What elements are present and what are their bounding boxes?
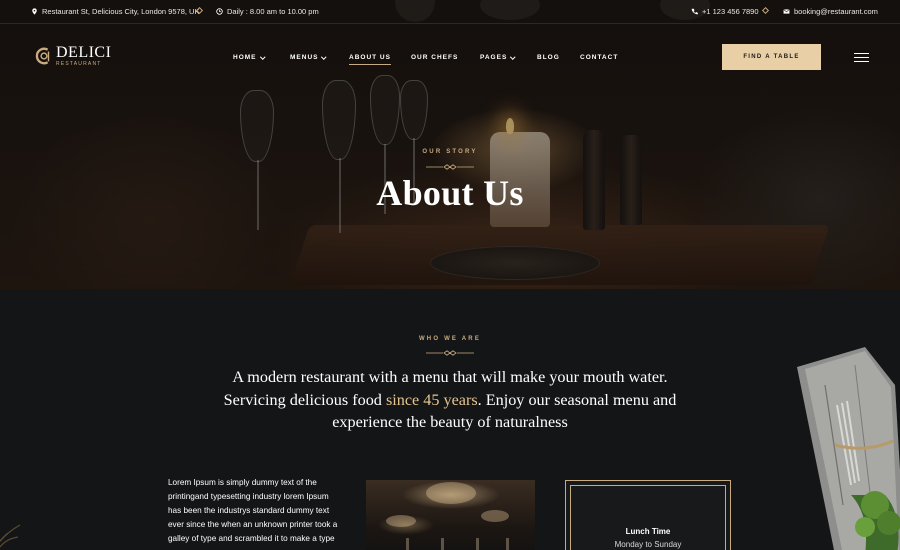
nav-label: OUR CHEFS [411,54,459,61]
nav-label: MENUS [290,54,319,61]
phone-icon [691,8,698,15]
separator-diamond-icon [761,6,770,15]
chevron-down-icon [510,54,516,59]
nav-label: HOME [233,54,257,61]
intro-highlight: since 45 years [385,390,478,409]
email-info[interactable]: booking@restaurant.com [783,7,878,16]
ornament-divider-icon [426,350,474,356]
herb-leaf-decoration [0,524,21,548]
phone-info[interactable]: +1 123 456 7890 [691,7,759,16]
address-text: Restaurant St, Delicious City, London 95… [42,7,200,16]
nav-label: ABOUT US [349,54,391,61]
chevron-down-icon [321,54,327,59]
intro-paragraph: A modern restaurant with a menu that wil… [220,366,680,434]
story-text: Lorem Ipsum is simply dummy text of the … [168,478,338,543]
nav-item-our-chefs[interactable]: OUR CHEFS [411,54,458,61]
nav-label: BLOG [537,54,560,61]
nav-item-home[interactable]: HOME [233,54,265,61]
restaurant-interior-image [366,480,535,550]
section-eyebrow: WHO WE ARE [418,336,482,342]
location-pin-icon [32,8,37,15]
nav-label: CONTACT [580,54,619,61]
hero-eyebrow: OUR STORY [422,149,478,155]
ornament-divider-icon [426,164,474,170]
nav-item-pages[interactable]: PAGES [480,54,516,61]
opening-hours-card: Lunch Time Monday to Sunday [565,480,731,550]
hours-card-title: Lunch Time [625,527,671,536]
mail-icon [783,9,790,14]
hours-card-days: Monday to Sunday [614,540,682,549]
hamburger-menu-icon[interactable] [854,52,870,62]
nav-item-menus[interactable]: MENUS [290,54,327,61]
clock-icon [216,8,223,15]
page-title: About Us [376,173,524,213]
chevron-down-icon [259,54,265,59]
nav-item-blog[interactable]: BLOG [537,54,560,61]
hours-info: Daily : 8.00 am to 10.00 pm [216,7,319,16]
nav-label: PAGES [480,54,508,61]
find-a-table-button[interactable]: FIND A TABLE [722,44,821,70]
nav-item-contact[interactable]: CONTACT [580,54,618,61]
nav-item-about-us[interactable]: ABOUT US [349,54,391,65]
napkin-cutlery-decoration [797,347,900,550]
phone-text: +1 123 456 7890 [702,7,759,16]
hours-text: Daily : 8.00 am to 10.00 pm [227,7,319,16]
address-info: Restaurant St, Delicious City, London 95… [31,7,199,16]
email-text: booking@restaurant.com [794,7,878,16]
top-info-bar: Restaurant St, Delicious City, London 95… [0,0,900,24]
